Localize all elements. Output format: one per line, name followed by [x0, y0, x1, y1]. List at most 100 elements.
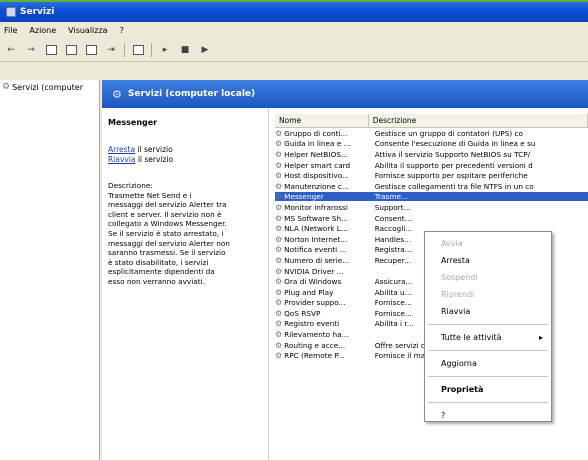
service-name-text: Ora di Windows [284, 277, 342, 287]
service-name-cell: ⚙ Helper smart card [275, 161, 369, 170]
context-menu-item[interactable]: ? [425, 407, 551, 424]
play-icon[interactable]: ▶ [198, 43, 212, 57]
column-header-description[interactable]: Descrizione [368, 114, 588, 127]
tree-item-label: Servizi (computer [12, 82, 83, 92]
menu-file[interactable]: File [4, 26, 17, 35]
menu-visualizza[interactable]: Visualizza [68, 26, 107, 35]
context-menu-item-label: Sospendi [441, 273, 478, 282]
service-name-text: Gruppo di conti... [284, 128, 348, 138]
desc-line: è stato disabilitato, i servizi [108, 257, 209, 267]
table-row[interactable]: ⚙ Host dispositivo... Fornisce supporto pe… [275, 170, 588, 181]
table-row[interactable]: ⚙ Messenger Trasme... [275, 192, 588, 203]
table-row[interactable]: ⚙ Helper smart card Abilita il supporto pe… [275, 160, 588, 171]
restart-service-link[interactable]: Riavvia [108, 155, 135, 164]
service-name-text: Numero di serie... [284, 255, 350, 265]
service-name-text: Provider suppo... [284, 298, 346, 308]
service-description-cell: Support... [374, 202, 411, 212]
gear-icon: ⚙ [275, 171, 283, 181]
service-name-text: MS Software Sh... [284, 213, 349, 223]
service-name-text: Plug and Play [284, 287, 334, 297]
gear-icon: ⚙ [275, 308, 283, 318]
forward-icon[interactable]: → [24, 43, 38, 57]
service-name-text: QoS RSVP [284, 308, 321, 318]
service-description: Descrizione: Trasmette Net Send e i mess… [108, 181, 262, 287]
context-menu-item[interactable]: Arresta [425, 252, 551, 269]
gear-icon: ⚙ [275, 277, 283, 287]
service-description-cell: Trasme... [368, 192, 588, 202]
services-app-icon [6, 7, 16, 17]
service-name-cell: ⚙ Helper NetBIOS... [275, 150, 369, 159]
stop-icon[interactable]: ■ [178, 43, 192, 57]
service-description-cell: Fornisce supporto per ospitare periferic… [374, 171, 528, 181]
restart-service-line: Riavvia il servizio [108, 155, 262, 165]
service-name-text: NLA (Network L... [284, 224, 348, 234]
refresh-icon[interactable] [84, 43, 98, 57]
gear-icon: ⚙ [275, 234, 283, 244]
menu-separator [428, 376, 548, 377]
menu-azione[interactable]: Azione [29, 26, 56, 35]
service-name-text: Guida in linea e ... [284, 139, 351, 149]
start-icon[interactable]: ▸ [158, 43, 172, 57]
service-name-cell: ⚙ Host dispositivo... [275, 171, 369, 180]
gear-icon: ⚙ [275, 330, 283, 340]
gear-icon: ⚙ [275, 224, 283, 234]
service-name-cell: ⚙ Ora di Windows [275, 277, 369, 286]
gear-icon: ⚙ [275, 149, 283, 159]
service-name-cell: ⚙ Plug and Play [275, 288, 369, 297]
menu-bar: File Azione Visualizza ? [0, 22, 588, 38]
panel-title: Servizi (computer locale) [127, 89, 256, 99]
context-menu-item[interactable]: Aggiorna [425, 355, 551, 372]
help-icon[interactable] [131, 43, 145, 57]
context-menu-item[interactable]: Riavvia [425, 303, 551, 320]
service-name-text: Host dispositivo... [284, 171, 349, 181]
gear-icon: ⚙ [275, 351, 283, 361]
service-name-text: Helper smart card [284, 160, 351, 170]
menu-separator [428, 324, 548, 325]
table-row[interactable]: ⚙ Helper NetBIOS... Attiva il servizio Sup… [275, 149, 588, 160]
column-header-name[interactable]: Nome [275, 114, 369, 127]
context-menu-item-label: Proprietà [441, 385, 484, 394]
desc-line: client e server. Il servizio non è [108, 209, 222, 219]
service-description-cell: Gestisce un gruppo di contatori (UPS) co [374, 128, 523, 138]
service-name-text: Registro eventi [284, 319, 340, 329]
properties-icon[interactable] [64, 43, 78, 57]
desc-line: esplicitamente dipendenti da [108, 267, 215, 277]
stop-service-suffix: il servizio [135, 145, 173, 154]
panel-header: ⚙ Servizi (computer locale) [102, 80, 588, 108]
menu-help[interactable]: ? [120, 26, 124, 35]
export-icon[interactable]: ⇥ [104, 43, 118, 57]
context-menu-item-label: Arresta [441, 256, 470, 265]
table-row[interactable]: ⚙ Guida in linea e ... Consente l'esecuzio… [275, 139, 588, 150]
tree-item-services[interactable]: ⚙ Servizi (computer [0, 80, 99, 94]
context-menu-item-label: ? [441, 411, 446, 420]
context-menu-item[interactable]: Proprietà [425, 381, 551, 398]
gear-icon: ⚙ [275, 213, 283, 223]
console-tree-icon[interactable] [44, 43, 58, 57]
context-menu-item: Avvia [425, 235, 551, 252]
gear-icon: ⚙ [275, 319, 283, 329]
table-row[interactable]: ⚙ MS Software Sh... Consent... [275, 213, 588, 224]
service-description-cell: Abilita il supporto per precedenti versi… [374, 160, 533, 170]
service-name-cell: ⚙ MS Software Sh... [275, 214, 369, 223]
desc-line: collegato a Windows Messenger. [108, 219, 227, 229]
service-name-cell: ⚙ Messenger [275, 192, 369, 202]
menu-separator [428, 402, 548, 403]
service-name-cell: ⚙ RPC (Remote P... [275, 351, 369, 360]
console-tree: ⚙ Servizi (computer [0, 80, 100, 460]
desc-line: Descrizione: [108, 181, 153, 190]
table-row[interactable]: ⚙ Manutenzione c... Gestisce collegamenti … [275, 181, 588, 192]
table-row[interactable]: ⚙ Gruppo di conti... Gestisce un gruppo di… [275, 128, 588, 139]
gear-icon: ⚙ [275, 181, 283, 191]
service-name-text: RPC (Remote P... [284, 351, 345, 361]
back-icon[interactable]: ← [4, 43, 18, 57]
gear-icon: ⚙ [275, 287, 283, 297]
table-row[interactable]: ⚙ Monitor infrarossi Support... [275, 202, 588, 213]
service-name-text: Rilevamento ha... [284, 330, 349, 340]
service-description-cell: Consent... [374, 213, 412, 223]
window-titlebar[interactable]: Servizi [0, 0, 588, 22]
desc-line: Trasmette Net Send e i [108, 190, 192, 200]
gear-icon: ⚙ [275, 255, 283, 265]
stop-service-link[interactable]: Arresta [108, 145, 135, 154]
toolbar: ← → ⇥ ▸ ■ ▶ [0, 38, 588, 62]
context-menu-item[interactable]: Tutte le attività ▸ [425, 329, 551, 346]
